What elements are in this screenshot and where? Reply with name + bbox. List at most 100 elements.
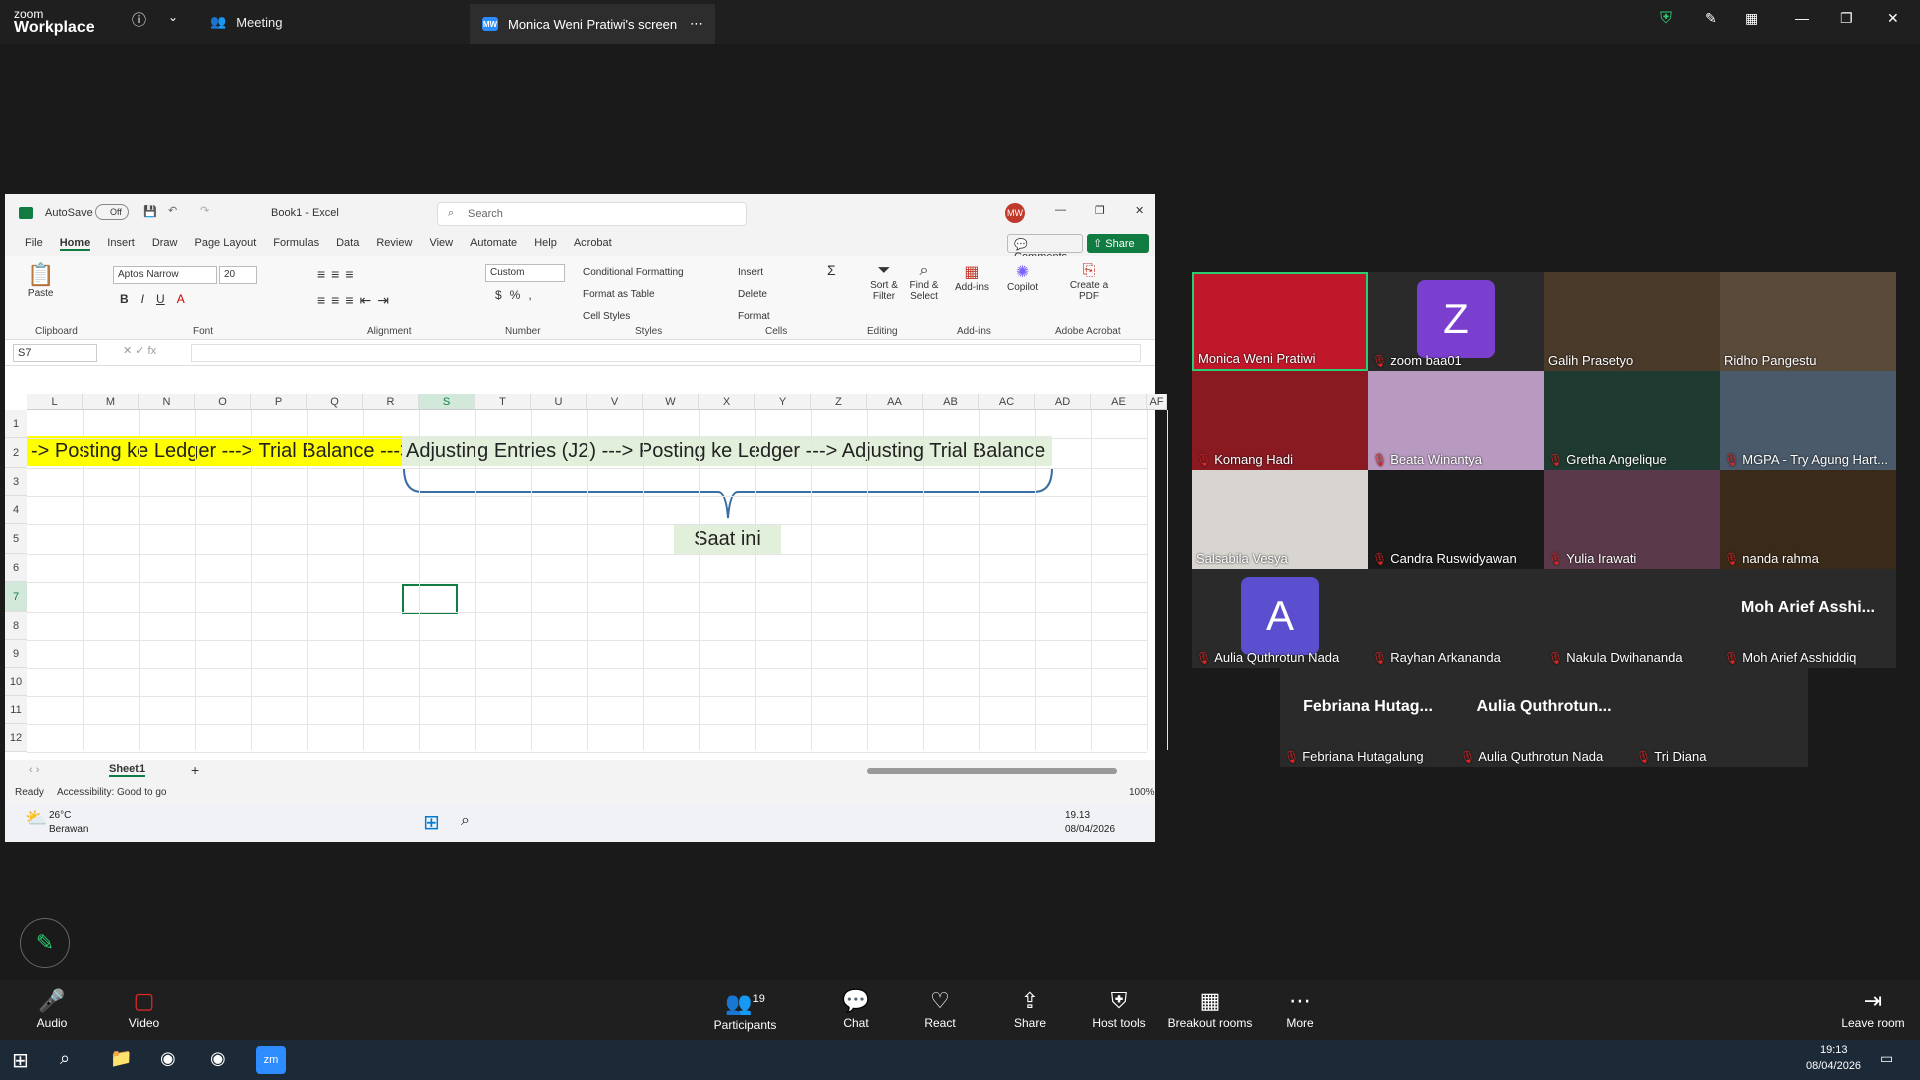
close-icon[interactable]: ✕ [1887, 10, 1899, 27]
name-box[interactable]: S7 [13, 344, 97, 362]
folder-icon[interactable]: 📁 [110, 1048, 132, 1069]
column-header[interactable]: Q [307, 394, 363, 410]
selected-cell[interactable] [402, 584, 458, 614]
row-header[interactable]: 11 [5, 696, 27, 724]
participant-tile[interactable]: Salsabila Vesya [1192, 470, 1368, 569]
formula-input[interactable] [191, 344, 1141, 362]
menu-item-acrobat[interactable]: Acrobat [574, 237, 612, 251]
participant-tile[interactable]: 🎙 Beata Winantya [1368, 371, 1544, 470]
create-pdf-button[interactable]: ⎘ Create a PDF [1069, 262, 1109, 302]
menu-item-formulas[interactable]: Formulas [273, 237, 319, 251]
participant-tile[interactable]: 🎙 Tri Diana [1632, 668, 1808, 767]
more-options-icon[interactable]: ⋯ [690, 16, 703, 32]
participants-button[interactable]: 👥19 Participants [712, 980, 778, 1040]
close-icon[interactable]: ✕ [1135, 204, 1144, 217]
column-header[interactable]: P [251, 394, 307, 410]
participant-tile[interactable]: 🎙 Candra Ruswidyawan [1368, 470, 1544, 569]
row-header[interactable]: 4 [5, 496, 27, 524]
participant-tile[interactable]: Moh Arief Asshi... 🎙 Moh Arief Asshiddiq [1720, 569, 1896, 668]
more-button[interactable]: ⋯ More [1278, 980, 1322, 1040]
search-icon[interactable]: ⌕ [461, 812, 470, 830]
participant-tile[interactable]: Galih Prasetyo [1544, 272, 1720, 371]
minimize-icon[interactable]: — [1055, 204, 1066, 216]
tab-shared-screen[interactable]: MW Monica Weni Pratiwi's screen ⋯ [470, 4, 715, 44]
number-format-icons[interactable]: $%, [495, 288, 540, 302]
restore-icon[interactable]: ❐ [1095, 204, 1105, 217]
leave-room-button[interactable]: ⇥ Leave room [1836, 980, 1910, 1040]
participant-tile[interactable]: 🎙 Nakula Dwihananda [1544, 569, 1720, 668]
menu-item-insert[interactable]: Insert [107, 237, 135, 251]
share-button[interactable]: ⇪ Share [1008, 980, 1052, 1040]
menu-item-file[interactable]: File [25, 237, 43, 251]
video-button[interactable]: ▢ Video [122, 980, 166, 1040]
font-size-select[interactable]: 20 [219, 266, 257, 284]
pen-icon[interactable]: ✎ [1705, 10, 1717, 27]
minimize-icon[interactable]: — [1795, 10, 1809, 26]
column-header[interactable]: V [587, 394, 643, 410]
align-horizontal-icons[interactable]: ≡≡≡⇤⇥ [317, 292, 395, 309]
row-header[interactable]: 10 [5, 668, 27, 696]
menu-item-help[interactable]: Help [534, 237, 557, 251]
windows-start-icon[interactable]: ⊞ [423, 810, 440, 835]
sheet-tab[interactable]: Sheet1 [109, 763, 146, 777]
cell-green-flow[interactable]: Adjusting Entries (J2) ---> Posting ke L… [402, 436, 1052, 466]
row-header[interactable]: 5 [5, 524, 27, 554]
chat-button[interactable]: 💬 Chat [834, 980, 878, 1040]
column-header[interactable]: U [531, 394, 587, 410]
participant-tile[interactable]: Z 🎙 zoom baa01 [1368, 272, 1544, 371]
column-header[interactable]: N [139, 394, 195, 410]
cell-styles-button[interactable]: Cell Styles [583, 306, 684, 328]
participant-tile[interactable]: Aulia Quthrotun... 🎙 Aulia Quthrotun Nada [1456, 668, 1632, 767]
autosave-toggle[interactable]: Off [95, 204, 129, 220]
column-header[interactable]: AA [867, 394, 923, 410]
participant-tile[interactable]: 🎙 nanda rahma [1720, 470, 1896, 569]
menu-item-page-layout[interactable]: Page Layout [194, 237, 256, 251]
comments-button[interactable]: 💬 Comments [1007, 234, 1083, 263]
copilot-button[interactable]: ✺ Copilot [1007, 262, 1038, 293]
fx-icon[interactable]: ✕ ✓ fx [123, 344, 156, 357]
zoom-app-icon[interactable]: zm [256, 1046, 286, 1074]
participant-tile[interactable]: 🎙 Rayhan Arkananda [1368, 569, 1544, 668]
save-icon[interactable]: 💾 [143, 205, 157, 218]
column-header[interactable]: X [699, 394, 755, 410]
column-header[interactable]: AB [923, 394, 979, 410]
column-header[interactable]: W [643, 394, 699, 410]
row-header[interactable]: 2 [5, 438, 27, 468]
search-icon[interactable]: ⌕ [60, 1048, 70, 1069]
prev-sheet-icon[interactable]: ‹ › [29, 764, 39, 776]
restore-icon[interactable]: ❐ [1840, 10, 1853, 27]
audio-button[interactable]: 🎤 Audio [30, 980, 74, 1040]
column-header[interactable]: L [27, 394, 83, 410]
participant-tile[interactable]: Ridho Pangestu [1720, 272, 1896, 371]
notification-icon[interactable]: ▭ [1880, 1050, 1893, 1067]
menu-item-data[interactable]: Data [336, 237, 359, 251]
column-header[interactable]: R [363, 394, 419, 410]
font-name-select[interactable]: Aptos Narrow [113, 266, 217, 284]
chrome-icon-2[interactable]: ◉ [210, 1048, 226, 1069]
menu-item-draw[interactable]: Draw [152, 237, 178, 251]
share-button[interactable]: ⇧ Share [1087, 234, 1149, 253]
annotate-pen-icon[interactable]: ✎ [20, 918, 70, 968]
column-header[interactable]: M [83, 394, 139, 410]
add-sheet-icon[interactable]: + [191, 762, 199, 778]
paste-button[interactable]: 📋 Paste [27, 262, 54, 299]
column-header[interactable]: AC [979, 394, 1035, 410]
chrome-icon[interactable]: ◉ [160, 1048, 176, 1069]
participant-tile[interactable]: Monica Weni Pratiwi [1192, 272, 1368, 371]
participant-tile[interactable]: 🎙 MGPA - Try Agung Hart... [1720, 371, 1896, 470]
row-header[interactable]: 9 [5, 640, 27, 668]
underline-button[interactable]: U [156, 292, 165, 306]
menu-item-home[interactable]: Home [59, 237, 91, 251]
cell-saat-ini[interactable]: Saat ini [674, 524, 781, 554]
spreadsheet-grid[interactable]: L M N O P Q R S T U V W X Y Z AA AB AC AD AE AF 1 2 3 4 5 6 7 8 9 10 1… [5, 394, 1168, 954]
italic-button[interactable]: I [141, 292, 144, 306]
participant-tile[interactable]: A 🎙 Aulia Quthrotun Nada [1192, 569, 1368, 668]
windows-start-icon[interactable]: ⊞ [12, 1048, 29, 1073]
column-header[interactable]: T [475, 394, 531, 410]
horizontal-scrollbar[interactable] [867, 768, 1117, 774]
conditional-formatting-button[interactable]: Conditional Formatting [583, 262, 684, 284]
tab-meeting[interactable]: 👥 Meeting [210, 6, 460, 38]
row-header[interactable]: 8 [5, 612, 27, 640]
column-header[interactable]: AF [1147, 394, 1167, 410]
shield-icon[interactable]: ⛨ [1660, 10, 1672, 28]
